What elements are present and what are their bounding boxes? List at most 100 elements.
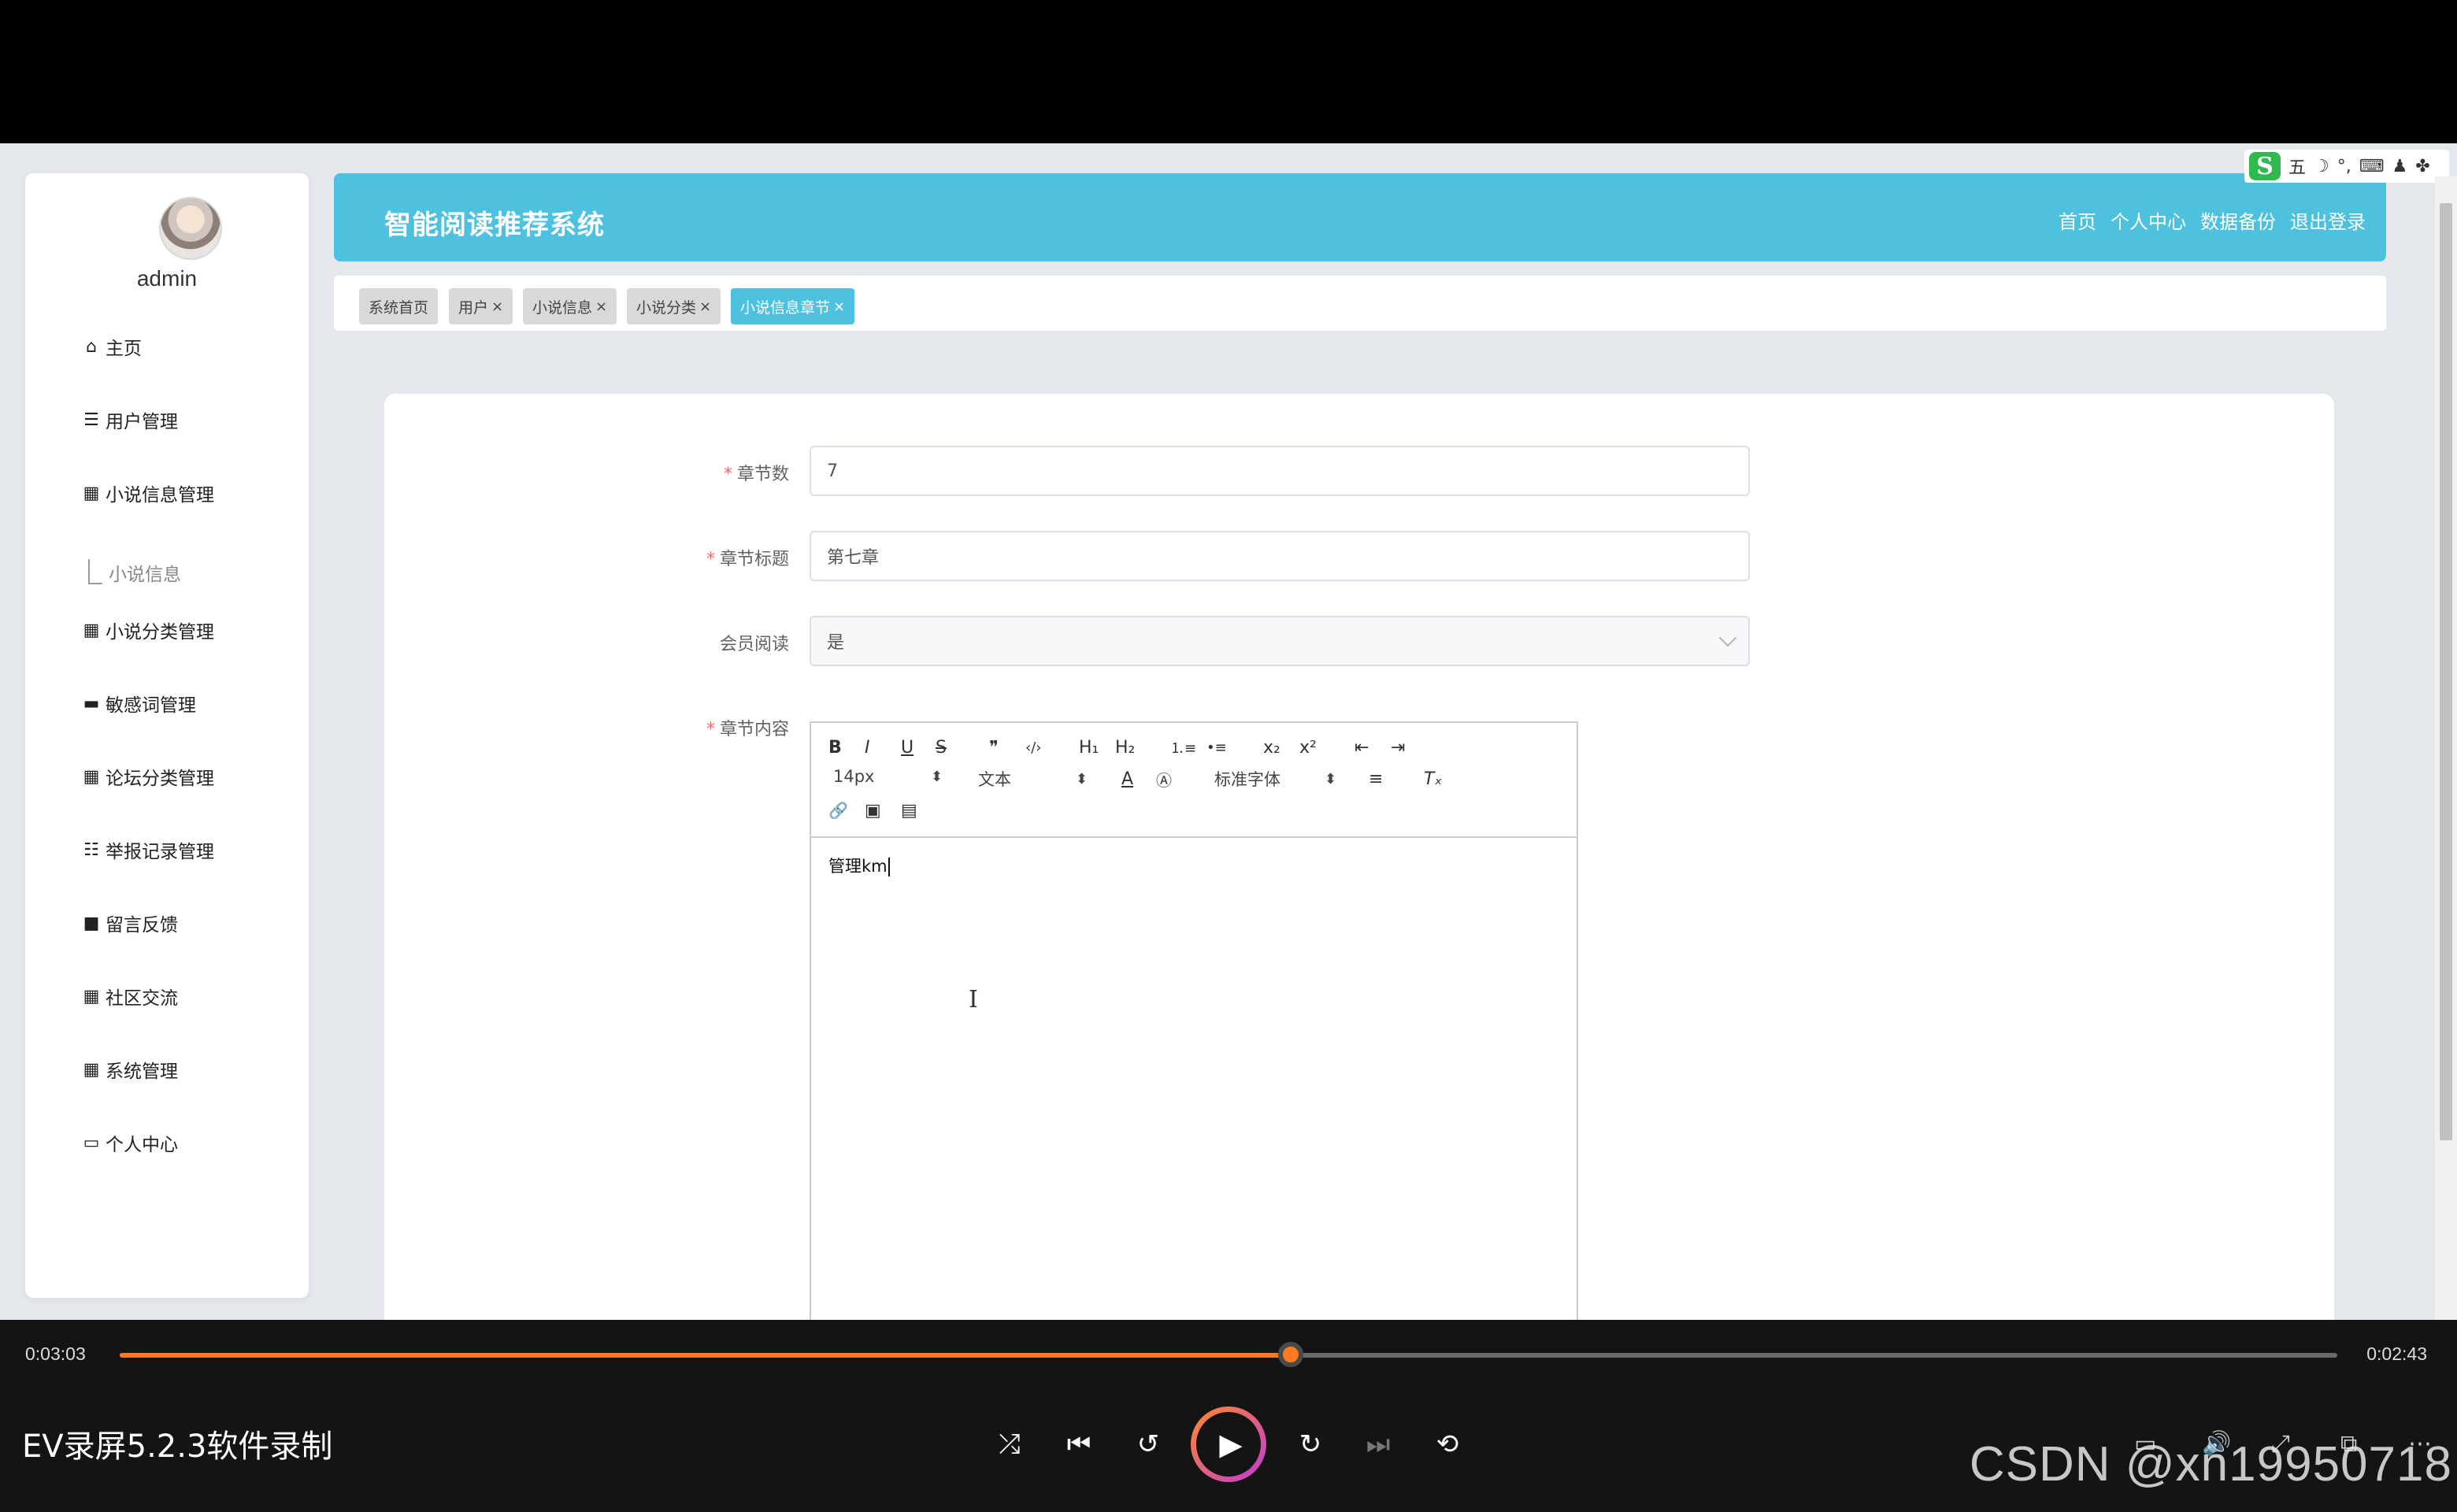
header-nav: 首页 个人中心 数据备份 退出登录 bbox=[2059, 206, 2366, 234]
tab-label: 用户 bbox=[458, 298, 489, 317]
italic-icon[interactable]: I bbox=[865, 736, 870, 759]
underline-icon[interactable]: U bbox=[901, 736, 914, 759]
scrollbar-thumb[interactable] bbox=[2440, 203, 2452, 1140]
sidebar-item-label: 系统管理 bbox=[106, 1062, 178, 1082]
image-icon[interactable]: ▣ bbox=[865, 799, 881, 822]
superscript-icon[interactable]: x² bbox=[1299, 736, 1317, 759]
background-color-icon[interactable]: Ⓐ bbox=[1156, 767, 1172, 791]
text-color-icon[interactable]: A bbox=[1121, 767, 1133, 791]
clean-format-icon[interactable]: Tₓ bbox=[1424, 767, 1442, 791]
align-icon[interactable]: ≡ bbox=[1369, 767, 1383, 791]
tab-novel-info[interactable]: 小说信息 × bbox=[523, 288, 617, 324]
nav-logout-link[interactable]: 退出登录 bbox=[2290, 206, 2366, 234]
tab-novel-chapter[interactable]: 小说信息章节 × bbox=[731, 288, 855, 324]
font-size-select[interactable]: 14px ⬍ bbox=[833, 767, 947, 786]
elapsed-time: 0:03:03 bbox=[25, 1343, 86, 1364]
punctuation-icon[interactable]: °, bbox=[2337, 157, 2351, 176]
tab-user[interactable]: 用户 × bbox=[449, 288, 513, 324]
sidebar-item-sensitive-word-management[interactable]: ▬ 敏感词管理 bbox=[80, 687, 196, 719]
sogou-logo-icon[interactable]: S bbox=[2249, 152, 2281, 180]
nav-data-backup-link[interactable]: 数据备份 bbox=[2200, 206, 2276, 234]
font-family-select[interactable]: 标准字体 ⬍ bbox=[1214, 767, 1340, 791]
sidebar-item-label: 论坛分类管理 bbox=[106, 769, 214, 789]
sidebar-item-report-record-management[interactable]: ☷ 举报记录管理 bbox=[80, 834, 214, 865]
sidebar-item-forum-category-management[interactable]: ▦ 论坛分类管理 bbox=[80, 761, 214, 792]
progress-knob[interactable] bbox=[1277, 1342, 1303, 1367]
sidebar-item-novel-category-management[interactable]: ▦ 小说分类管理 bbox=[80, 614, 214, 646]
rewind-10-icon[interactable]: ↺ bbox=[1126, 1422, 1170, 1466]
header-1-icon[interactable]: H₁ bbox=[1079, 736, 1099, 759]
editor-content[interactable]: 管理km bbox=[828, 854, 890, 877]
sidebar-item-home[interactable]: ⌂ 主页 bbox=[80, 331, 142, 362]
chapter-title-input[interactable]: 第七章 bbox=[810, 531, 1750, 581]
sidebar-item-novel-info-management[interactable]: ▦ 小说信息管理 bbox=[80, 477, 214, 509]
tab-system-home[interactable]: 系统首页 bbox=[359, 288, 439, 324]
member-read-select[interactable]: 是 bbox=[810, 616, 1750, 666]
chapter-number-input[interactable]: 7 bbox=[810, 446, 1750, 496]
ordered-list-icon[interactable]: ⒈≡ bbox=[1170, 736, 1196, 759]
header-2-icon[interactable]: H₂ bbox=[1115, 736, 1135, 759]
bullet-list-icon[interactable]: •≡ bbox=[1206, 736, 1227, 759]
indent-icon[interactable]: ⇥ bbox=[1391, 736, 1405, 759]
close-icon[interactable]: × bbox=[491, 298, 503, 315]
code-block-icon[interactable]: ‹/› bbox=[1025, 736, 1041, 759]
select-value: 是 bbox=[827, 633, 845, 653]
link-icon[interactable]: 🔗 bbox=[828, 799, 848, 822]
grid-menu-icon[interactable]: ✤ bbox=[2415, 157, 2429, 176]
play-button[interactable]: ▶ bbox=[1191, 1406, 1266, 1482]
close-icon[interactable]: × bbox=[833, 298, 845, 315]
nav-personal-center-link[interactable]: 个人中心 bbox=[2110, 206, 2186, 234]
app-title: 智能阅读推荐系统 bbox=[384, 209, 605, 241]
close-icon[interactable]: × bbox=[699, 298, 711, 315]
repeat-icon[interactable]: ⟲ bbox=[1425, 1422, 1469, 1466]
required-mark: * bbox=[723, 465, 732, 484]
avatar[interactable] bbox=[159, 197, 222, 260]
moon-icon[interactable]: ☽ bbox=[2314, 157, 2329, 176]
font-size-value: 14px bbox=[833, 767, 875, 786]
required-mark: * bbox=[706, 720, 715, 739]
tabs-bar: 系统首页 用户 × 小说信息 × 小说分类 × 小说信息章节 × bbox=[334, 276, 2386, 331]
sidebar-item-community[interactable]: ▦ 社区交流 bbox=[80, 980, 178, 1012]
page-scrollbar[interactable] bbox=[2435, 176, 2457, 1320]
sidebar-item-feedback[interactable]: ■ 留言反馈 bbox=[80, 907, 178, 939]
recording-title: EV录屏5.2.3软件录制 bbox=[22, 1429, 333, 1465]
sidebar-subitem-novel-info[interactable]: 小说信息 bbox=[109, 559, 181, 586]
outdent-icon[interactable]: ⇤ bbox=[1354, 736, 1369, 759]
sidebar-item-user-management[interactable]: ☰ 用户管理 bbox=[80, 404, 178, 435]
grid-icon: ▦ bbox=[83, 1059, 100, 1080]
forward-30-icon[interactable]: ↻ bbox=[1288, 1422, 1332, 1466]
progress-fill bbox=[120, 1353, 1291, 1358]
tab-novel-category[interactable]: 小说分类 × bbox=[627, 288, 721, 324]
header-select[interactable]: 文本 ⬍ bbox=[978, 767, 1091, 791]
subscript-icon[interactable]: x₂ bbox=[1263, 736, 1280, 759]
bold-icon[interactable]: B bbox=[828, 736, 842, 759]
nav-home-link[interactable]: 首页 bbox=[2059, 206, 2096, 234]
input-value: 7 bbox=[827, 461, 838, 481]
sidebar: admin ⌂ 主页 ☰ 用户管理 ▦ 小说信息管理 ▦ 小说分类管理 ▬ 敏感… bbox=[25, 173, 309, 1298]
ime-toolbar[interactable]: S 五 ☽ °, ⌨ ♟ ✤ bbox=[2244, 150, 2449, 183]
rich-text-editor: B I U S ❞ ‹/› H₁ H₂ ⒈≡ •≡ x₂ x² ⇤ ⇥ 14px bbox=[810, 721, 1578, 1320]
user-icon[interactable]: ♟ bbox=[2392, 157, 2408, 176]
next-icon[interactable]: ⏭ bbox=[1356, 1422, 1400, 1466]
tab-label: 系统首页 bbox=[369, 298, 429, 317]
ime-mode[interactable]: 五 bbox=[2288, 154, 2306, 179]
sidebar-item-label: 用户管理 bbox=[106, 412, 178, 432]
blockquote-icon[interactable]: ❞ bbox=[989, 736, 999, 759]
sidebar-item-system-management[interactable]: ▦ 系统管理 bbox=[80, 1054, 178, 1085]
shuffle-icon[interactable]: ⤮ bbox=[988, 1422, 1032, 1466]
close-icon[interactable]: × bbox=[595, 298, 607, 315]
sidebar-item-label: 举报记录管理 bbox=[106, 842, 214, 862]
sidebar-item-personal-center[interactable]: ▭ 个人中心 bbox=[80, 1127, 178, 1158]
tab-label: 小说信息 bbox=[532, 298, 593, 317]
csdn-watermark: CSDN @xn19950718 bbox=[1969, 1437, 2452, 1492]
keyboard-icon[interactable]: ⌨ bbox=[2359, 157, 2385, 176]
video-icon[interactable]: ▤ bbox=[901, 799, 917, 822]
previous-icon[interactable]: ⏮ bbox=[1057, 1422, 1101, 1466]
progress-track[interactable] bbox=[120, 1353, 2337, 1358]
strikethrough-icon[interactable]: S bbox=[936, 736, 947, 759]
sidebar-item-label: 个人中心 bbox=[106, 1135, 178, 1155]
tab-label: 小说分类 bbox=[636, 298, 697, 317]
updown-icon: ⬍ bbox=[1325, 770, 1337, 788]
editor-toolbar: B I U S ❞ ‹/› H₁ H₂ ⒈≡ •≡ x₂ x² ⇤ ⇥ 14px bbox=[811, 723, 1577, 838]
text-caret bbox=[888, 858, 890, 876]
